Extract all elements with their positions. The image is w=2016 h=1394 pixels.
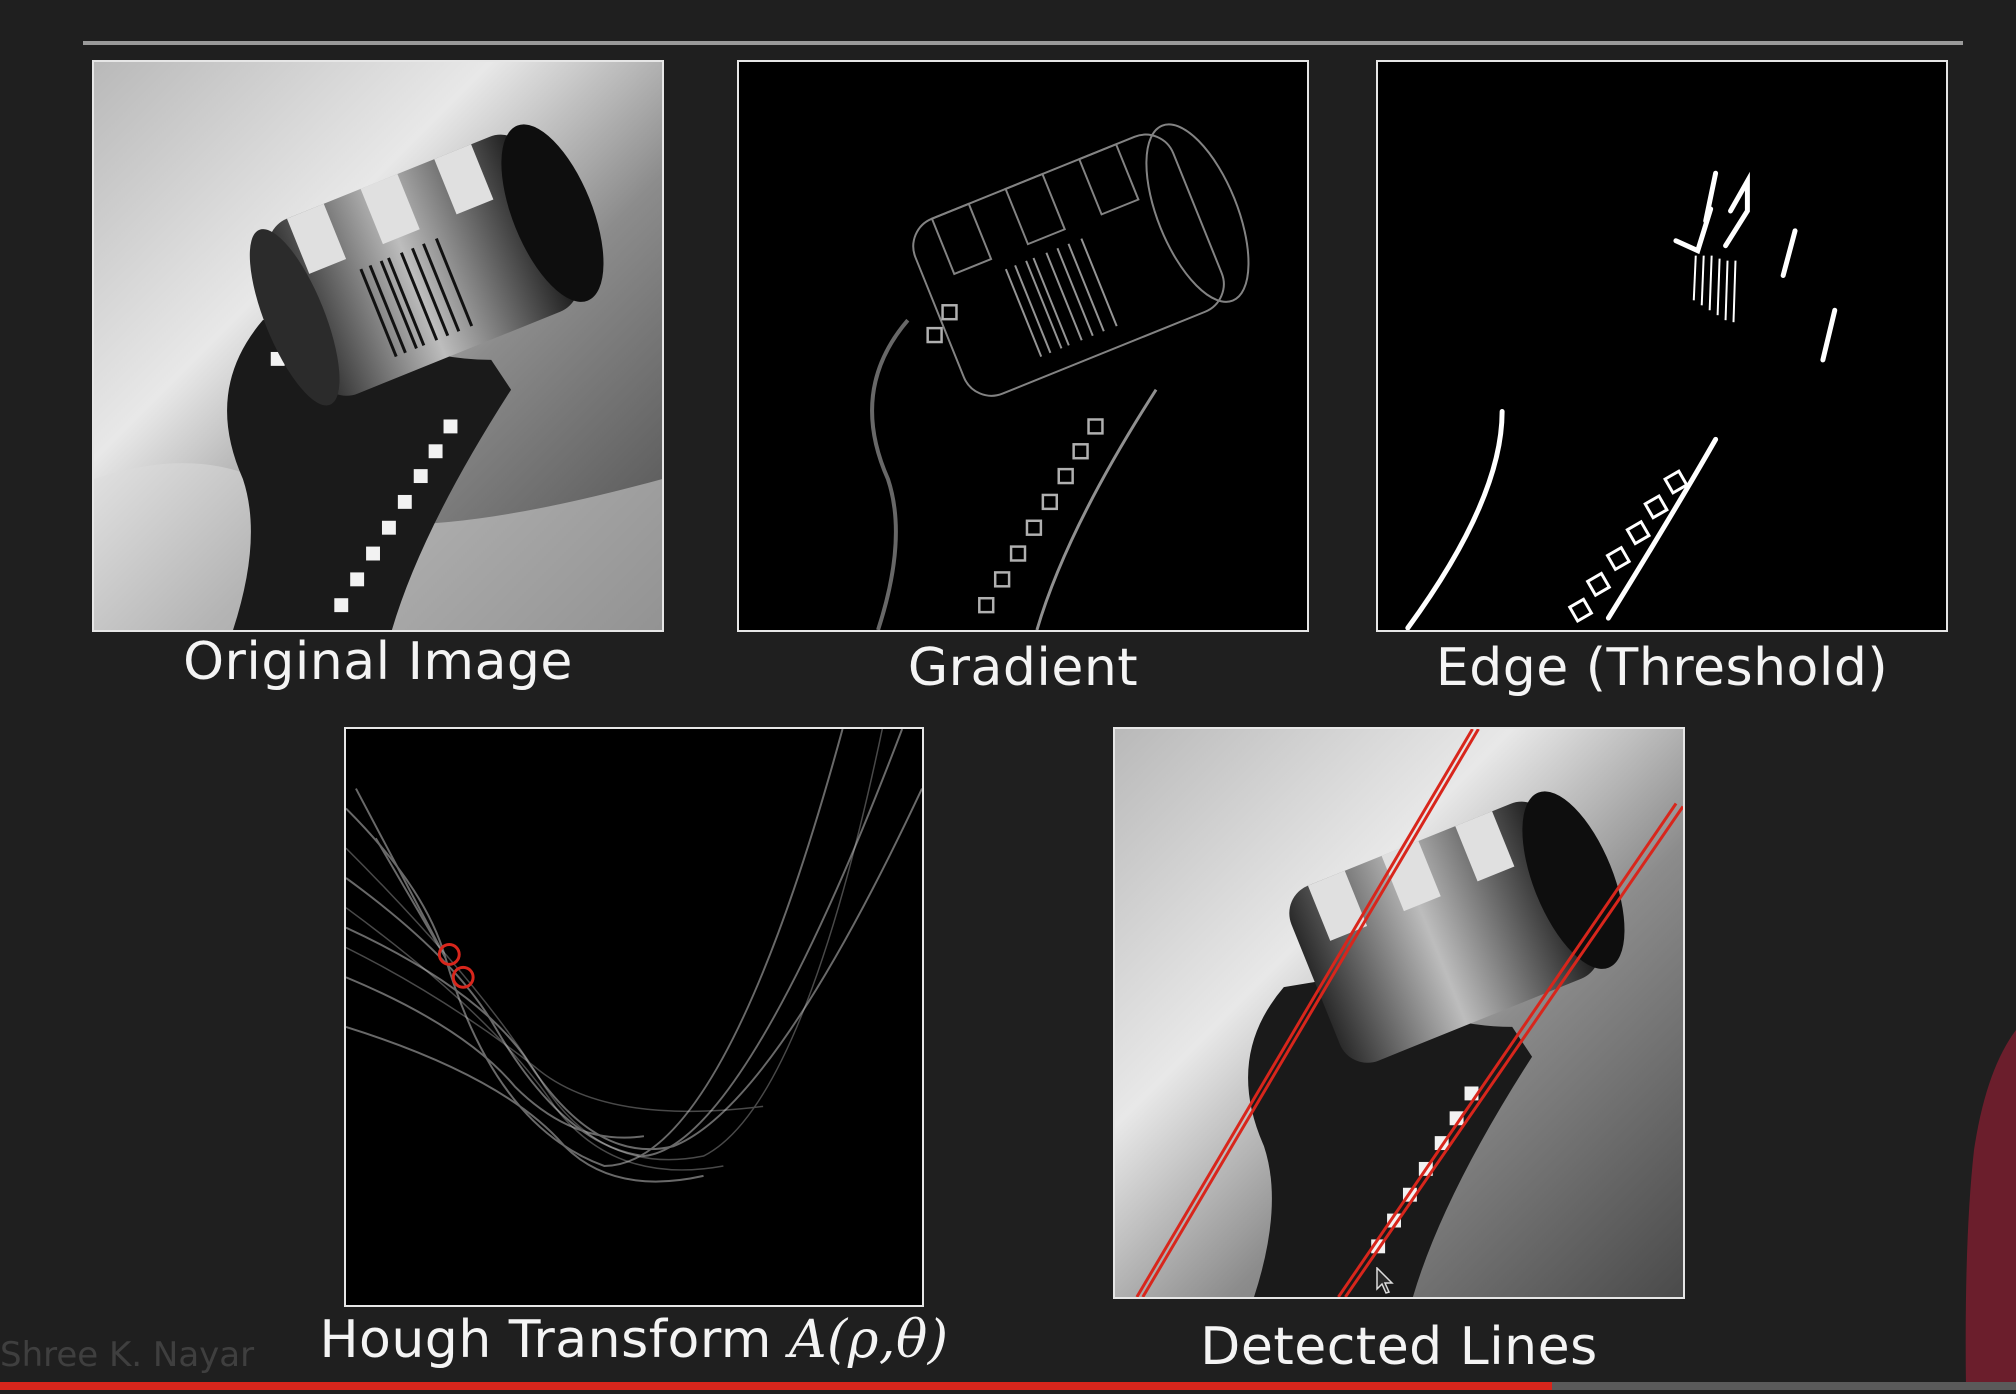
video-progress-bar[interactable]	[0, 1382, 2016, 1390]
hough-caption-math: A(ρ,θ)	[789, 1310, 949, 1370]
gradient-caption: Gradient	[907, 638, 1139, 698]
detected-lines-image	[1115, 729, 1683, 1297]
gradient-image	[739, 62, 1307, 630]
original-image-panel	[92, 60, 664, 632]
edge-threshold-caption: Edge (Threshold)	[1435, 638, 1889, 698]
gradient-panel	[737, 60, 1309, 632]
detected-lines-caption: Detected Lines	[1200, 1317, 1598, 1377]
hough-accumulator-image	[346, 729, 922, 1305]
edge-threshold-panel	[1376, 60, 1948, 632]
slide-top-rule	[83, 41, 1963, 45]
film-canister-photo	[94, 62, 662, 630]
detected-lines-panel	[1113, 727, 1685, 1299]
hough-transform-panel	[344, 727, 924, 1307]
original-image-caption: Original Image	[183, 632, 573, 692]
speaker-watermark: Shree K. Nayar	[0, 1335, 255, 1375]
hough-caption-text: Hough Transform	[319, 1310, 789, 1370]
edge-image	[1378, 62, 1946, 630]
video-progress-played	[0, 1382, 1553, 1390]
hough-transform-caption: Hough Transform A(ρ,θ)	[294, 1310, 974, 1370]
presenter-silhouette	[1946, 1010, 2016, 1390]
cursor-icon	[1376, 1266, 1396, 1299]
